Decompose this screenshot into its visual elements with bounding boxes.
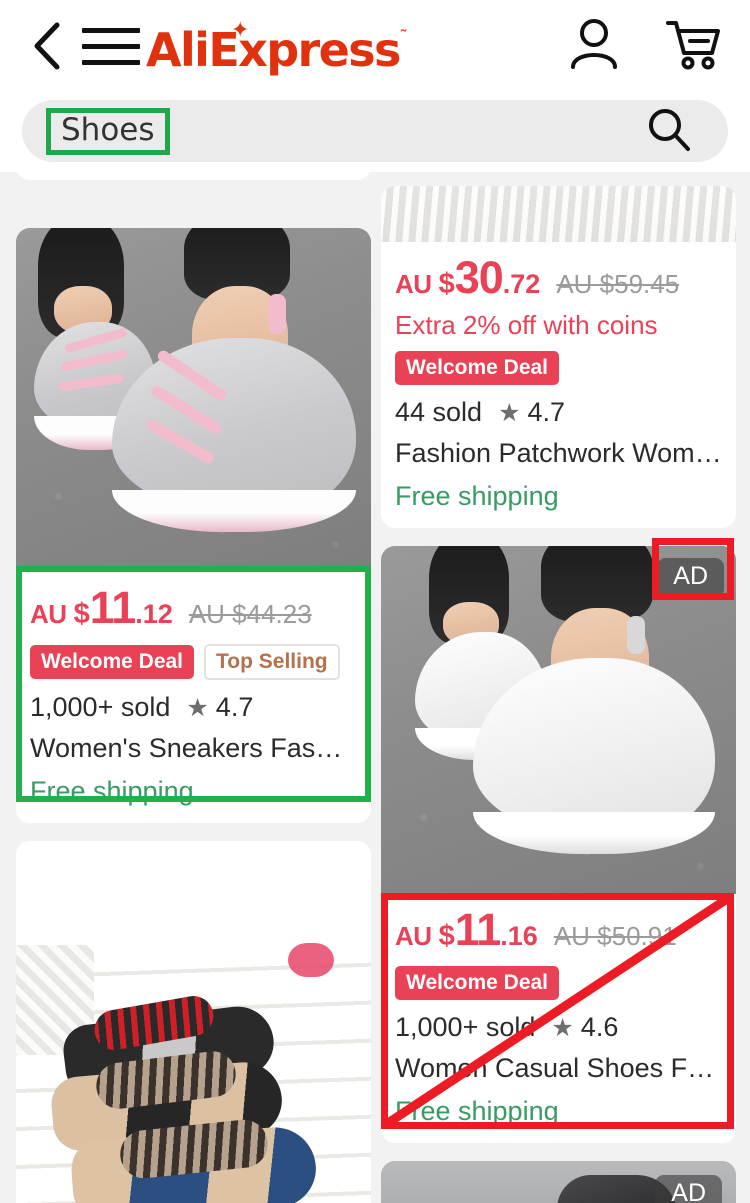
product-image[interactable] [16,941,371,1203]
product-card-fashion-patchwork[interactable]: AU $ 30 .72 AU $59.45 Extra 2% off with … [381,186,736,528]
search-bar[interactable]: Shoes [22,100,728,162]
shipping-info: Free shipping [395,481,559,511]
badge-row: Welcome Deal [395,351,722,385]
hamburger-menu-icon[interactable] [82,23,140,69]
star-icon: ★ [551,1013,574,1042]
price-decimal: .72 [502,269,541,299]
welcome-deal-badge: Welcome Deal [395,966,560,1000]
product-info: AU $ 30 .72 AU $59.45 Extra 2% off with … [381,242,736,528]
welcome-deal-badge: Welcome Deal [395,351,560,385]
ad-badge: AD [657,558,724,598]
currency-label: AU [395,921,432,951]
product-card-bottom-ad[interactable]: AD [381,1161,736,1203]
sold-and-rating-row: 1,000+ sold ★ 4.7 [30,692,357,723]
original-price: AU $59.45 [556,269,680,299]
original-price: AU $50.91 [553,921,677,951]
product-image[interactable] [381,186,736,242]
magnifier-search-icon [649,108,690,151]
sold-count: 44 sold [395,397,483,427]
aliexpress-search-results-screen: ✦ AliExpress ˜ Shoes AU $ 11 .12 AU $44.… [0,0,750,1203]
shopping-cart-icon [666,20,720,69]
search-input[interactable]: Shoes [61,112,155,148]
sold-and-rating-row: 44 sold ★ 4.7 [395,397,722,428]
dollar-sign: $ [438,268,455,300]
cart-button[interactable] [664,17,722,76]
card-top-blank [16,841,371,941]
product-title[interactable]: Fashion Patchwork Woma... [395,438,722,469]
currency-label: AU [30,599,67,629]
top-navigation-bar: ✦ AliExpress ˜ [0,0,750,92]
coins-discount-line: Extra 2% off with coins [395,310,658,340]
sold-count: 1,000+ sold [30,692,171,722]
price-row: AU $ 11 .16 AU $50.91 [395,904,722,956]
shipping-info: Free shipping [395,1096,559,1126]
welcome-deal-badge: Welcome Deal [30,645,195,679]
product-title[interactable]: Women's Sneakers Fashio... [30,733,357,764]
account-button[interactable] [568,17,620,76]
app-header: ✦ AliExpress ˜ Shoes [0,0,750,172]
rating-value: 4.6 [580,1012,619,1042]
price-row: AU $ 30 .72 AU $59.45 [395,252,722,304]
currency-label: AU [395,269,432,299]
price-integer: 30 [454,252,504,303]
search-query-highlight: Shoes [46,107,170,155]
product-info: AU $ 11 .16 AU $50.91 Welcome Deal 1,000… [381,894,736,1143]
logo-wordmark: AliExpress [146,23,401,77]
price-integer: 11 [89,582,137,633]
product-image[interactable]: AD [381,1161,736,1203]
product-card-womens-sneakers[interactable]: AU $ 11 .12 AU $44.23 Welcome Deal Top S… [16,228,371,823]
rating-value: 4.7 [215,692,254,722]
dollar-sign: $ [73,598,90,630]
sold-and-rating-row: 1,000+ sold ★ 4.6 [395,1012,722,1043]
badge-row: Welcome Deal [395,966,722,1000]
dollar-sign: $ [438,920,455,952]
original-price: AU $44.23 [188,599,312,629]
heel-tab [268,294,286,334]
product-image[interactable] [16,228,371,572]
fabric-background [381,186,736,242]
right-column: AU $ 30 .72 AU $59.45 Extra 2% off with … [381,186,736,1203]
product-title[interactable]: Women Casual Shoes Fas... [395,1053,722,1084]
user-account-icon [571,18,617,69]
product-card-women-casual-shoes[interactable]: AD AU $ 11 .16 AU $50.91 Welcome Deal 1,… [381,546,736,1143]
heel-tab [627,616,645,654]
search-submit-button[interactable] [646,106,692,157]
price-decimal: .12 [135,599,173,629]
rating-value: 4.7 [527,397,566,427]
star-icon: ★ [186,693,209,722]
product-card-striped-sandals[interactable] [16,841,371,1203]
price-decimal: .16 [500,921,538,951]
trademark-mark: ˜ [400,27,406,44]
star-icon: ★ [498,398,521,427]
badge-row: Welcome Deal Top Selling [30,644,357,680]
top-selling-badge: Top Selling [204,644,340,680]
back-button[interactable] [26,20,68,72]
product-results-grid: AU $ 11 .12 AU $44.23 Welcome Deal Top S… [0,146,750,1203]
left-column: AU $ 11 .12 AU $44.23 Welcome Deal Top S… [16,228,371,1203]
price-integer: 11 [454,904,502,955]
price-row: AU $ 11 .12 AU $44.23 [30,582,357,634]
ad-badge: AD [655,1175,722,1203]
chevron-left-icon [34,22,60,70]
aliexpress-logo[interactable]: ✦ AliExpress ˜ [146,19,406,74]
product-info: AU $ 11 .12 AU $44.23 Welcome Deal Top S… [16,572,371,823]
shipping-info: Free shipping [30,776,194,806]
product-image[interactable]: AD [381,546,736,894]
pink-accent [288,943,334,977]
sold-count: 1,000+ sold [395,1012,536,1042]
